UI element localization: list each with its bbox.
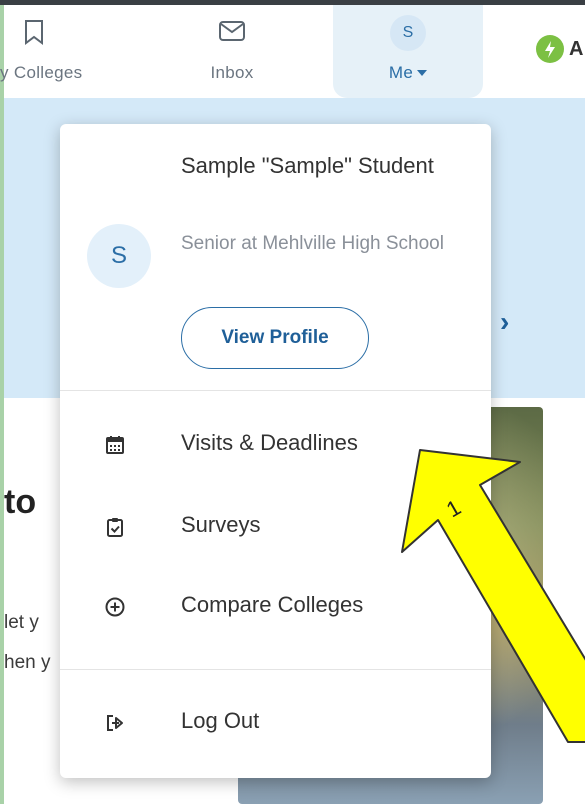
user-subtitle: Senior at Mehlville High School: [181, 233, 444, 254]
lightning-icon[interactable]: [536, 35, 564, 63]
menu-divider: [60, 390, 491, 391]
lightning-bolt-glyph: [545, 41, 555, 58]
nav-inbox-label: Inbox: [210, 63, 254, 82]
nav-my-colleges[interactable]: My Colleges: [0, 5, 94, 98]
chevron-right-icon[interactable]: ›: [500, 306, 509, 338]
profile-dropdown-menu: S Sample "Sample" Student Senior at Mehl…: [60, 124, 491, 778]
logout-icon: [107, 715, 123, 731]
plus-circle-icon: [105, 597, 125, 617]
menu-item-visits-deadlines[interactable]: Visits & Deadlines: [60, 414, 491, 476]
background-text-line-1: let y: [4, 612, 39, 633]
top-navigation: My Colleges Inbox S Me A: [0, 5, 585, 98]
menu-divider: [60, 669, 491, 670]
user-avatar: S: [87, 224, 151, 288]
menu-item-label: Visits & Deadlines: [181, 430, 358, 455]
clipboard-check-icon: [107, 518, 123, 537]
calendar-icon: [106, 436, 124, 454]
menu-item-surveys[interactable]: Surveys: [60, 496, 491, 558]
menu-item-label: Compare Colleges: [181, 592, 364, 617]
background-text-line-2: hen y: [4, 652, 51, 673]
nav-my-colleges-label: My Colleges: [0, 63, 83, 82]
envelope-icon: [219, 21, 245, 41]
background-heading-fragment: to: [4, 483, 37, 521]
user-name: Sample "Sample" Student: [181, 153, 434, 178]
nav-me-label: Me: [333, 63, 483, 83]
view-profile-button[interactable]: View Profile: [181, 307, 369, 369]
me-avatar: S: [390, 15, 426, 51]
nav-me[interactable]: S Me: [333, 5, 483, 98]
menu-item-log-out[interactable]: Log Out: [60, 692, 491, 754]
right-nav-partial-text: A: [569, 38, 584, 60]
menu-item-label: Surveys: [181, 512, 261, 537]
bookmark-icon: [25, 20, 43, 45]
nav-inbox[interactable]: Inbox: [172, 5, 292, 98]
nav-me-text: Me: [388, 63, 414, 82]
menu-item-label: Log Out: [181, 708, 260, 733]
menu-item-compare-colleges[interactable]: Compare Colleges: [60, 576, 491, 638]
caret-down-icon: [417, 70, 428, 76]
